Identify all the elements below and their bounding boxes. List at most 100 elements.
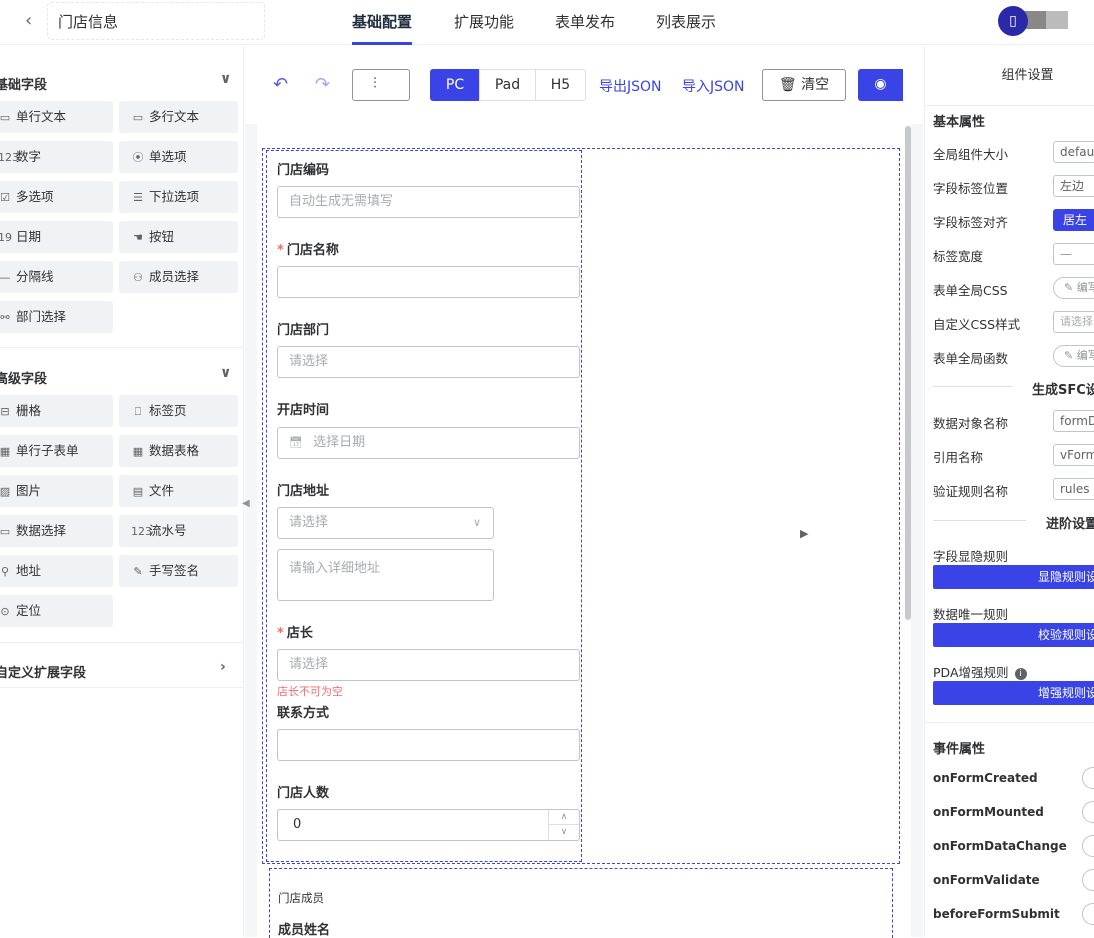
address-region-select[interactable]: 请选择 ∨: [277, 507, 494, 539]
field-label: 数字: [16, 149, 42, 164]
back-arrow-icon[interactable]: ‹: [25, 10, 32, 31]
number-icon: 123: [131, 525, 152, 538]
increment-icon[interactable]: ∧: [549, 810, 579, 825]
tab-publish[interactable]: 表单发布: [555, 11, 615, 32]
avatar[interactable]: ▯: [998, 6, 1028, 36]
export-json-button[interactable]: 导出JSON: [599, 76, 662, 96]
rules-name-input[interactable]: rules: [1053, 478, 1094, 500]
advanced-fields-title: 高级字段: [0, 372, 48, 387]
field-date[interactable]: 19 日期: [0, 221, 113, 253]
field-tabs[interactable]: ⎕ 标签页: [119, 395, 238, 427]
field-data-table[interactable]: ▦ 数据表格: [119, 435, 238, 467]
grid-container[interactable]: 门店编码 自动生成无需填写 * 门店名称 门店部门 请选择 开店时间 📅︎ 选择日…: [262, 148, 900, 864]
advanced-fields-header[interactable]: 高级字段 ∨: [0, 364, 244, 388]
info-icon[interactable]: i: [1014, 668, 1027, 680]
number-stepper: ∧ ∨: [548, 810, 579, 840]
field-dept-select[interactable]: ⚯ 部门选择: [0, 301, 113, 333]
field-location[interactable]: ⊙ 定位: [0, 595, 113, 627]
undo-icon[interactable]: ↶: [273, 74, 288, 95]
number-value: 0: [293, 817, 302, 832]
members-subform[interactable]: 门店成员 成员姓名: [269, 868, 893, 938]
collapse-left-icon[interactable]: ◀: [242, 498, 250, 509]
active-tab-indicator: [352, 42, 412, 45]
divider-icon: —: [0, 271, 11, 284]
section-divider: [0, 687, 244, 688]
chevron-down-icon: ∨: [472, 516, 481, 529]
prop-label: 字段标签对齐: [933, 215, 1009, 230]
field-image[interactable]: ▨ 图片: [0, 475, 113, 507]
ref-name-input[interactable]: vForm: [1053, 444, 1094, 466]
event-edit-button[interactable]: [1082, 903, 1094, 925]
location-pin-icon: ⚲: [0, 565, 10, 578]
clear-button[interactable]: 🗑︎ 清空: [762, 69, 846, 101]
field-grid[interactable]: ⊟ 栅格: [0, 395, 113, 427]
rule-label: 数据唯一规则: [933, 607, 1009, 622]
field-select[interactable]: ☰ 下拉选项: [119, 181, 238, 213]
event-edit-button[interactable]: [1082, 869, 1094, 891]
field-member-select[interactable]: ⚇ 成员选择: [119, 261, 238, 293]
manager-select[interactable]: 请选择: [277, 649, 580, 681]
device-pc-button[interactable]: PC: [430, 69, 480, 101]
label-align-left-button[interactable]: 居左: [1053, 209, 1094, 231]
custom-fields-header[interactable]: 自定义扩展字段 ›: [0, 658, 244, 682]
component-size-select[interactable]: default: [1053, 141, 1094, 163]
tab-list-display[interactable]: 列表展示: [656, 11, 716, 32]
field-multi-text[interactable]: ▭ 多行文本: [119, 101, 238, 133]
checkbox-icon: ☑: [0, 191, 10, 204]
headcount-number-input[interactable]: 0 ∧ ∨: [277, 809, 580, 841]
pen-icon: ✎: [133, 565, 143, 578]
field-number[interactable]: 123数字: [0, 141, 113, 173]
radio-icon: ⦿: [132, 151, 144, 164]
members-subform-title: 门店成员: [278, 891, 324, 905]
field-signature[interactable]: ✎ 手写签名: [119, 555, 238, 587]
label-width-stepper[interactable]: —: [1053, 243, 1094, 265]
field-subform[interactable]: ▦ 单行子表单: [0, 435, 113, 467]
org-icon: ⚯: [0, 311, 10, 324]
label-position-select[interactable]: 左边: [1053, 175, 1094, 197]
field-single-text[interactable]: ▭ 单行文本: [0, 101, 113, 133]
store-dept-select[interactable]: 请选择: [277, 346, 580, 378]
data-object-name-input[interactable]: formData: [1053, 410, 1094, 432]
contact-input[interactable]: [277, 729, 580, 761]
form-title-input[interactable]: 门店信息: [47, 2, 265, 40]
field-divider[interactable]: — 分隔线: [0, 261, 113, 293]
prop-label: 自定义CSS样式: [933, 317, 1021, 332]
edit-form-functions-button[interactable]: ✎ 编写: [1053, 345, 1094, 367]
event-edit-button[interactable]: [1082, 801, 1094, 823]
pointer-icon: ☚: [133, 231, 143, 244]
grid-column-left[interactable]: 门店编码 自动生成无需填写 * 门店名称 门店部门 请选择 开店时间 📅︎ 选择日…: [266, 150, 582, 862]
pda-rules-button[interactable]: 增强规则设置: [933, 681, 1094, 705]
address-detail-textarea[interactable]: 请输入详细地址: [277, 549, 494, 601]
device-h5-button[interactable]: H5: [535, 69, 586, 101]
store-name-input[interactable]: [277, 266, 580, 298]
import-json-button[interactable]: 导入JSON: [682, 76, 745, 96]
open-time-datepicker[interactable]: 📅︎ 选择日期: [277, 427, 580, 459]
field-serial-number[interactable]: 123流水号: [119, 515, 238, 547]
basic-fields-header[interactable]: 基础字段 ∨: [0, 70, 244, 94]
store-code-input[interactable]: 自动生成无需填写: [277, 186, 580, 218]
edit-form-css-button[interactable]: ✎ 编写: [1053, 277, 1094, 299]
device-pad-button[interactable]: Pad: [479, 69, 536, 101]
visibility-rules-button[interactable]: 显隐规则设置: [933, 565, 1094, 589]
tab-extensions[interactable]: 扩展功能: [454, 11, 514, 32]
tab-basic-config[interactable]: 基础配置: [352, 11, 412, 32]
vertical-scrollbar[interactable]: [905, 126, 911, 620]
field-file[interactable]: ▤ 文件: [119, 475, 238, 507]
redo-icon[interactable]: ↷: [315, 74, 330, 95]
custom-css-select[interactable]: 请选择: [1053, 311, 1094, 333]
event-edit-button[interactable]: [1082, 835, 1094, 857]
input-icon: ▭: [0, 525, 11, 538]
decrement-icon[interactable]: ∨: [549, 825, 579, 840]
preview-button[interactable]: ◉: [858, 69, 903, 101]
field-checkbox[interactable]: ☑ 多选项: [0, 181, 113, 213]
divider-line: [933, 520, 1026, 521]
event-label: onFormValidate: [933, 873, 1040, 887]
event-edit-button[interactable]: [1082, 767, 1094, 789]
field-button[interactable]: ☚ 按钮: [119, 221, 238, 253]
contact-label: 联系方式: [277, 706, 330, 721]
field-radio[interactable]: ⦿ 单选项: [119, 141, 238, 173]
field-address[interactable]: ⚲ 地址: [0, 555, 113, 587]
field-data-select[interactable]: ▭ 数据选择: [0, 515, 113, 547]
unique-rules-button[interactable]: 校验规则设置: [933, 623, 1094, 647]
component-tree-button[interactable]: ⫶: [352, 69, 410, 101]
